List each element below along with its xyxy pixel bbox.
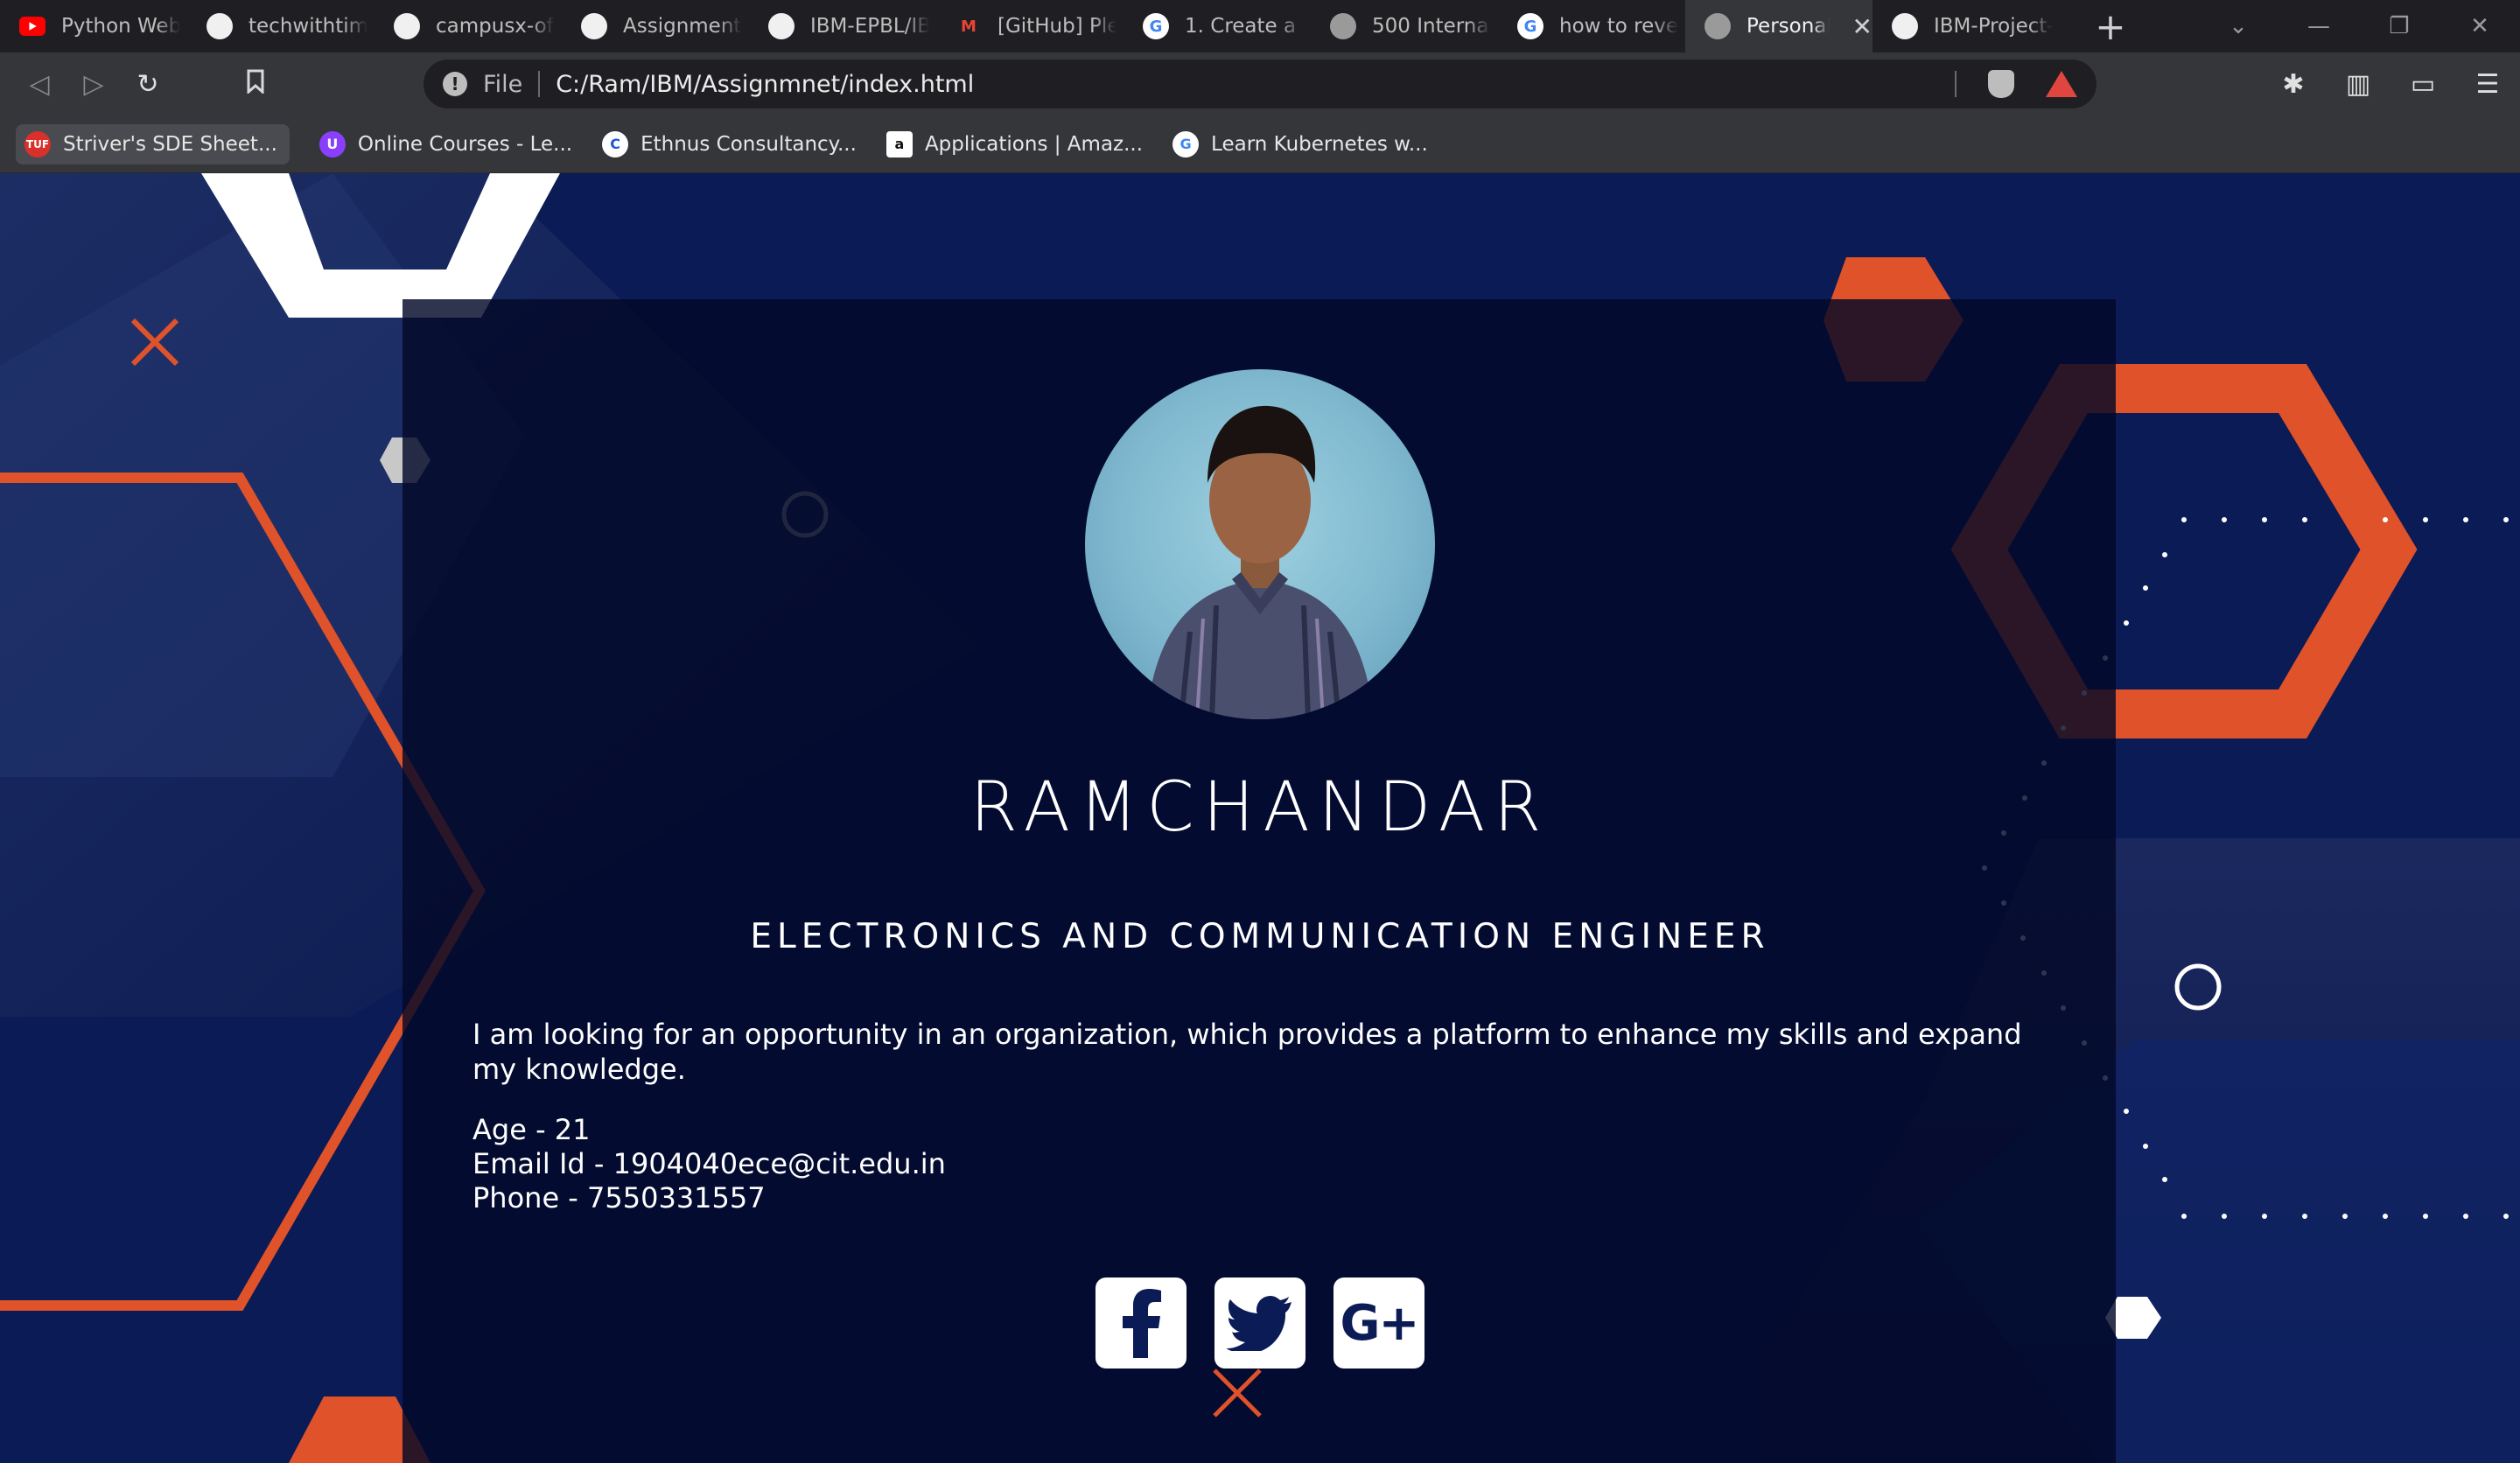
- google-icon: G: [1517, 13, 1544, 39]
- profile-photo: [1146, 405, 1374, 719]
- github-icon: [394, 13, 420, 39]
- brave-shields-icon[interactable]: [1988, 70, 2014, 98]
- bookmark-learn-kubernetes[interactable]: G Learn Kubernetes w...: [1172, 130, 1428, 158]
- tab-title: campusx-offi: [436, 15, 555, 38]
- profile-role: ELECTRONICS AND COMMUNICATION ENGINEER: [750, 917, 1770, 956]
- bookmark-label: Online Courses - Le...: [357, 132, 573, 156]
- tab-techwithtim[interactable]: techwithtim/: [187, 0, 374, 52]
- facebook-icon: [1123, 1289, 1161, 1358]
- reload-button[interactable]: ↻: [121, 69, 175, 100]
- profile-about: I am looking for an opportunity in an or…: [472, 1018, 2022, 1086]
- bookmark-strivers-sde-sheet[interactable]: TUF Striver's SDE Sheet...: [16, 123, 290, 164]
- github-icon: [206, 13, 233, 39]
- social-links: G+: [1096, 1278, 1424, 1368]
- address-bar[interactable]: ! File C:/Ram/IBM/Assignmnet/index.html: [424, 60, 2096, 108]
- close-window-button[interactable]: ✕: [2440, 13, 2520, 39]
- back-button[interactable]: ◁: [12, 69, 66, 100]
- bookmark-online-courses[interactable]: U Online Courses - Le...: [318, 130, 573, 158]
- google-plus-button[interactable]: G+: [1334, 1278, 1424, 1368]
- info-icon[interactable]: !: [443, 72, 467, 96]
- tab-title: Assignments: [623, 15, 742, 38]
- url-scheme: File: [483, 70, 523, 98]
- address-bar-actions: [1955, 60, 2077, 108]
- tab-title: IBM-EPBL/IBI: [810, 15, 929, 38]
- gmail-icon: M: [961, 17, 976, 36]
- tab-500-internal[interactable]: 500 Internal: [1311, 0, 1498, 52]
- bookmark-label: Applications | Amaz...: [924, 132, 1144, 156]
- tab-github-mail[interactable]: M [GitHub] Plea: [936, 0, 1124, 52]
- profile-name: RAMCHANDAR: [970, 768, 1550, 847]
- bookmark-icon[interactable]: [238, 69, 273, 100]
- new-tab-button[interactable]: +: [2093, 5, 2128, 48]
- brave-rewards-icon[interactable]: [2046, 71, 2077, 97]
- tab-ibm-project[interactable]: IBM-Project-: [1872, 0, 2060, 52]
- twitter-button[interactable]: [1214, 1278, 1306, 1368]
- tab-how-to-revert[interactable]: G how to revert: [1498, 0, 1685, 52]
- close-icon[interactable]: ✕: [1852, 12, 1872, 41]
- wallet-icon[interactable]: ▭: [2408, 69, 2438, 100]
- twitter-icon: [1227, 1296, 1292, 1351]
- tab-title: IBM-Project-: [1934, 15, 2053, 38]
- google-icon: G: [1143, 13, 1169, 39]
- github-icon: [581, 13, 607, 39]
- tab-title: 500 Internal: [1372, 15, 1491, 38]
- amazon-icon: a: [886, 130, 913, 158]
- profile-phone: Phone - 7550331557: [472, 1181, 766, 1214]
- bookmark-amazon-applications[interactable]: a Applications | Amaz...: [886, 130, 1144, 158]
- profile-details: Age - 21 Email Id - 1904040ece@cit.edu.i…: [472, 1113, 946, 1215]
- profile-age: Age - 21: [472, 1113, 591, 1146]
- bookmark-ethnus[interactable]: C Ethnus Consultancy...: [602, 130, 857, 158]
- bookmark-label: Striver's SDE Sheet...: [63, 132, 277, 156]
- globe-icon: [1330, 13, 1356, 39]
- restore-button[interactable]: ❐: [2359, 13, 2440, 39]
- google-plus-icon: G+: [1340, 1294, 1420, 1352]
- cross-decoration: [1213, 1368, 1262, 1418]
- tab-title: 1. Create a Fl: [1185, 15, 1304, 38]
- tab-title: Personal: [1746, 15, 1830, 38]
- github-icon: [1892, 13, 1918, 39]
- bookmark-label: Learn Kubernetes w...: [1211, 132, 1428, 156]
- divider: [538, 71, 541, 97]
- forward-button[interactable]: ▷: [66, 69, 121, 100]
- bookmarks-bar: TUF Striver's SDE Sheet... U Online Cour…: [0, 116, 2520, 173]
- profile-email: Email Id - 1904040ece@cit.edu.in: [472, 1147, 946, 1180]
- sidebar-icon[interactable]: ▥: [2343, 69, 2373, 100]
- youtube-icon: [19, 17, 46, 36]
- browser-toolbar: ◁ ▷ ↻ ! File C:/Ram/IBM/Assignmnet/index…: [0, 52, 2520, 116]
- toolbar-actions: ✱ ▥ ▭ ☰: [2278, 52, 2502, 116]
- menu-icon[interactable]: ☰: [2473, 69, 2502, 100]
- url-text[interactable]: C:/Ram/IBM/Assignmnet/index.html: [556, 71, 974, 98]
- tab-python-webs[interactable]: Python Webs: [0, 0, 187, 52]
- tab-strip: Python Webs techwithtim/ campusx-offi As…: [0, 0, 2520, 52]
- page-viewport: RAMCHANDAR ELECTRONICS AND COMMUNICATION…: [0, 173, 2520, 1463]
- facebook-button[interactable]: [1096, 1278, 1186, 1368]
- github-icon: [768, 13, 794, 39]
- tab-create-flask[interactable]: G 1. Create a Fl: [1124, 0, 1311, 52]
- divider: [1955, 71, 1956, 97]
- extensions-icon[interactable]: ✱: [2278, 69, 2308, 100]
- tab-title: Python Webs: [61, 15, 180, 38]
- tab-campusx[interactable]: campusx-offi: [374, 0, 562, 52]
- globe-icon: [1704, 13, 1731, 39]
- tuf-icon: TUF: [24, 130, 51, 158]
- bookmark-label: Ethnus Consultancy...: [640, 132, 857, 156]
- tab-personal[interactable]: Personal ✕: [1685, 0, 1872, 52]
- tab-title: techwithtim/: [248, 15, 368, 38]
- window-controls: ⌄ — ❐ ✕: [2198, 0, 2520, 52]
- ethnus-icon: C: [602, 130, 629, 158]
- tab-title: [GitHub] Plea: [998, 15, 1116, 38]
- google-icon: G: [1172, 130, 1200, 158]
- minimize-button[interactable]: —: [2278, 13, 2359, 39]
- udemy-icon: U: [318, 130, 346, 158]
- tab-assignments[interactable]: Assignments: [562, 0, 749, 52]
- chevron-down-icon[interactable]: ⌄: [2198, 13, 2278, 39]
- avatar: [1085, 369, 1435, 719]
- tab-ibm-epbl[interactable]: IBM-EPBL/IBI: [749, 0, 936, 52]
- tab-title: how to revert: [1559, 15, 1678, 38]
